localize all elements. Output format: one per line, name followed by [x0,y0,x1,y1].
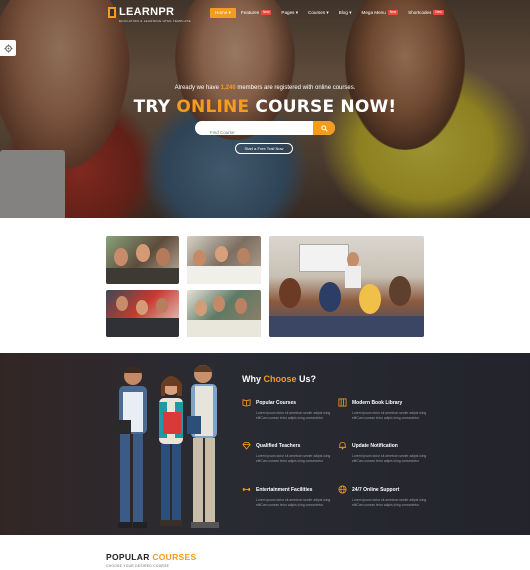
gallery-photo[interactable] [187,290,261,337]
menu-item-features[interactable]: Features New [236,8,277,18]
hero-subtitle: Already we have 1,240 members are regist… [0,85,530,91]
menu-item-pages[interactable]: Pages ▾ [276,8,303,18]
hero-subtitle-text: Already we have [174,85,221,91]
feature-description: Lorem ipsum dolor sit ametcon secter adi… [352,454,427,463]
feature-modern-library: Modern Book Library Lorem ipsum dolor si… [338,398,428,421]
feature-online-support: 24/7 Online Support Lorem ipsum dolor si… [338,485,428,508]
menu-item-label: Shortcodes [408,10,432,15]
menu-item-label: Courses [308,10,326,15]
menu-item-mega-menu[interactable]: Mega Menu New [357,8,404,18]
hero-content: Already we have 1,240 members are regist… [0,85,530,154]
globe-icon [338,485,347,494]
feature-description: Lorem ipsum dolor sit ametcon secter adi… [256,411,331,420]
feature-title: 24/7 Online Support [352,486,400,493]
feature-description: Lorem ipsum dolor sit ametcon secter adi… [352,411,427,420]
feature-description: Lorem ipsum dolor sit ametcon secter adi… [352,498,427,507]
popular-courses-subtitle: CHOOSE YOUR DESIRED COURSE [106,564,170,568]
bell-icon [338,441,347,450]
hero-title-highlight: ONLINE [176,97,250,117]
book-icon [242,398,251,407]
search-icon [320,124,328,132]
hero-title: TRY ONLINE COURSE NOW! [0,97,530,117]
menu-item-label: Mega Menu [361,10,386,15]
chevron-down-icon: ▾ [326,10,329,15]
popular-courses-title: POPULAR COURSES [106,552,196,562]
feature-description: Lorem ipsum dolor sit ametcon secter adi… [256,454,331,463]
members-count: 1,240 [220,85,236,91]
feature-title: Qualified Teachers [256,442,301,449]
main-menu: Home ▾ Features New Pages ▾ Courses ▾ Blo… [210,8,449,18]
logo-mark-icon [108,7,116,18]
hero-title-text: COURSE NOW! [249,97,397,117]
section-title-highlight: COURSES [152,552,197,562]
brand-logo[interactable]: LEARNPR EDUCATION & LEARNING HTML TEMPLA… [108,6,191,23]
gallery-photo[interactable] [187,236,261,284]
search-input[interactable] [205,125,325,135]
feature-title: Modern Book Library [352,399,403,406]
section-title-text: Us? [296,374,317,384]
hero-title-text: TRY [133,97,177,117]
course-search [195,121,335,135]
menu-item-shortcodes[interactable]: Shortcodes New [403,8,449,18]
section-title-highlight: Choose [263,374,297,384]
chevron-down-icon: ▾ [295,10,299,15]
menu-item-home[interactable]: Home ▾ [210,8,236,18]
menu-item-label: Pages [281,10,295,15]
feature-qualified-teachers: Qualified Teachers Lorem ipsum dolor sit… [242,441,332,464]
feature-popular-courses: Popular Courses Lorem ipsum dolor sit am… [242,398,332,421]
settings-toggle[interactable] [0,40,16,56]
gear-icon [3,43,13,53]
section-title-text: POPULAR [106,552,153,562]
why-choose-title: Why Choose Us? [242,374,316,384]
gallery-photo[interactable] [106,290,179,337]
brand-tagline: EDUCATION & LEARNING HTML TEMPLATE [119,19,191,23]
gallery-photo[interactable] [106,236,179,284]
menu-item-label: Features [240,10,259,15]
library-icon [338,398,347,407]
chevron-down-icon: ▾ [349,10,352,15]
menu-item-courses[interactable]: Courses ▾ [303,8,334,18]
students-illustration [111,365,219,528]
menu-item-blog[interactable]: Blog ▾ [334,8,357,18]
search-button[interactable] [313,121,335,135]
dumbbell-icon [242,485,251,494]
hero-subtitle-text: members are registered with online cours… [235,85,356,91]
diamond-icon [242,441,251,450]
section-title-text: Why [242,374,264,384]
feature-entertainment: Entertainment Facilities Lorem ipsum dol… [242,485,332,508]
new-badge: New [433,10,444,16]
feature-description: Lorem ipsum dolor sit ametcon secter adi… [256,498,331,507]
top-navbar: LEARNPR EDUCATION & LEARNING HTML TEMPLA… [0,0,530,26]
brand-name: LEARNPR [119,6,175,18]
new-badge: New [387,10,399,16]
menu-item-label: Home [215,10,228,15]
menu-item-label: Blog [338,10,348,15]
new-badge: New [261,10,272,16]
free-trial-button[interactable]: Start a Free Trail Now [235,143,293,154]
feature-update-notification: Update Notification Lorem ipsum dolor si… [338,441,428,464]
feature-title: Entertainment Facilities [256,486,313,493]
feature-title: Update Notification [352,442,398,449]
feature-title: Popular Courses [256,399,297,406]
chevron-down-icon: ▾ [228,10,231,15]
gallery-photo-large[interactable] [269,236,424,337]
